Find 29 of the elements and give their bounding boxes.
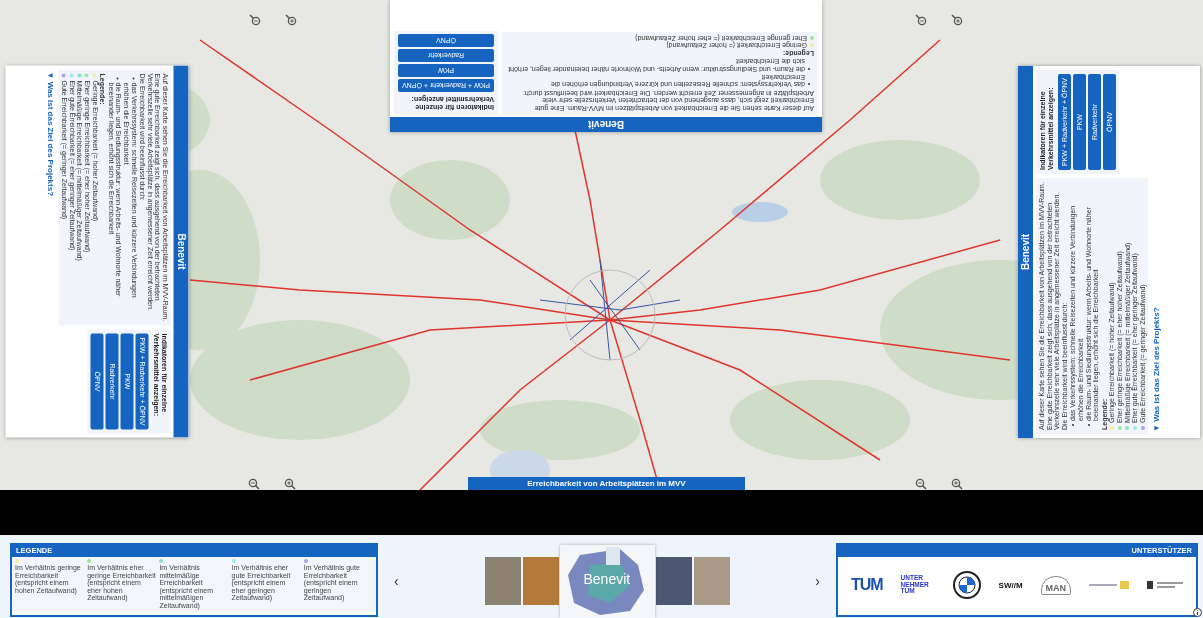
panel-title: Benevit xyxy=(1018,66,1033,438)
crest-logo-icon xyxy=(1146,580,1183,590)
photo-placeholder[interactable] xyxy=(484,557,521,605)
zoom-out-button[interactable] xyxy=(247,477,261,490)
bullet-icon xyxy=(132,77,135,80)
next-button[interactable]: › xyxy=(813,573,822,589)
panel-title: Benevit xyxy=(390,117,822,132)
zoom-out-button[interactable] xyxy=(914,477,928,490)
zoom-in-button[interactable] xyxy=(950,477,964,490)
zoom-out-button[interactable] xyxy=(914,13,928,27)
previous-button[interactable]: ‹ xyxy=(392,573,401,589)
photo-placeholder[interactable] xyxy=(655,557,692,605)
zoom-in-button[interactable] xyxy=(284,13,298,27)
project-goal-link[interactable]: ▼ Was ist das Ziel des Projekts? xyxy=(45,71,55,197)
panel-title: Benevit xyxy=(173,65,189,438)
logo: TUM xyxy=(851,576,883,594)
zoom-in-button[interactable] xyxy=(283,477,297,490)
map-title: Erreichbarkeit von Arbeitsplätzen im MVV xyxy=(468,477,745,490)
zoom-out-button[interactable] xyxy=(248,13,262,27)
logo: MAN xyxy=(1040,575,1071,595)
seal-logo-icon xyxy=(1089,581,1129,589)
project-goal-link[interactable]: ▼ Was ist das Ziel des Projekts? xyxy=(1152,307,1162,432)
zoom-in-button[interactable] xyxy=(950,13,964,27)
photo-placeholder[interactable] xyxy=(522,557,559,605)
bullet-icon xyxy=(116,77,119,80)
roundel-logo-icon xyxy=(952,571,981,599)
card-title: Benevit xyxy=(583,570,631,587)
logo: SW//M xyxy=(998,580,1023,590)
info-icon[interactable] xyxy=(1193,608,1202,617)
